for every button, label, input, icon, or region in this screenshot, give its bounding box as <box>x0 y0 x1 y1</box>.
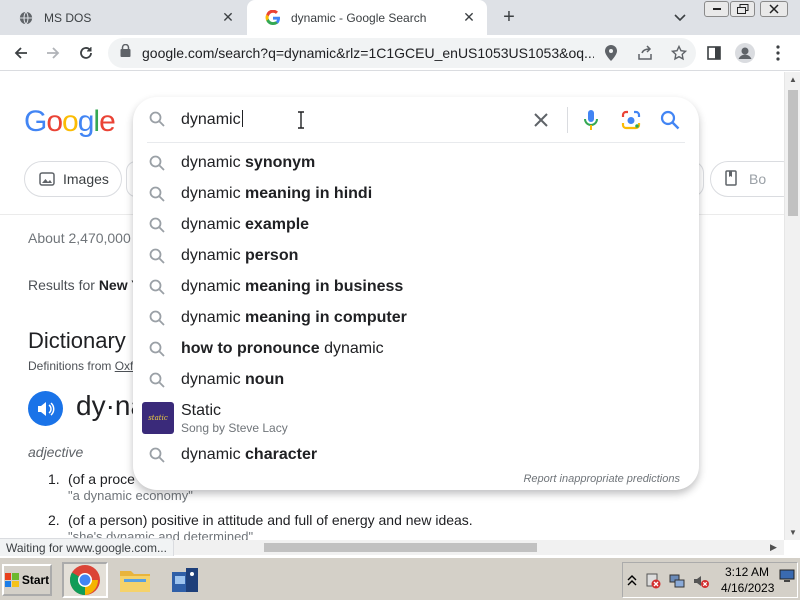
report-predictions-link[interactable]: Report inappropriate predictions <box>523 473 680 485</box>
search-icon <box>149 111 165 127</box>
side-panel-icon[interactable] <box>702 41 726 65</box>
google-logo[interactable]: Google <box>24 105 116 139</box>
menu-kebab-icon[interactable] <box>766 41 790 65</box>
search-input[interactable]: dynamic <box>181 110 243 129</box>
search-icon <box>149 186 165 202</box>
search-icon <box>149 248 165 264</box>
google-favicon-icon <box>265 9 281 26</box>
definition-1: 1. (of a proce <box>48 471 135 487</box>
search-submit-icon[interactable] <box>660 110 680 130</box>
security-warning-icon[interactable] <box>645 573 661 589</box>
browser-toolbar: google.com/search?q=dynamic&rlz=1C1GCEU_… <box>0 35 800 71</box>
suggestion-item[interactable]: dynamic meaning in computer <box>133 302 699 333</box>
part-of-speech: adjective <box>28 444 84 460</box>
share-icon[interactable] <box>635 43 655 63</box>
search-icon <box>149 372 165 388</box>
scroll-right-arrow-icon[interactable]: ▶ <box>770 542 777 553</box>
search-icon <box>149 341 165 357</box>
images-chip-label: Images <box>63 171 109 187</box>
google-lens-camera-icon[interactable] <box>620 109 642 131</box>
voice-search-mic-icon[interactable] <box>581 109 601 131</box>
lock-icon[interactable] <box>120 43 134 62</box>
window-close-icon[interactable] <box>760 1 788 17</box>
vertical-scroll-thumb[interactable] <box>788 90 798 216</box>
rich-suggestion-subtitle: Song by Steve Lacy <box>181 421 288 435</box>
restore-icon[interactable] <box>730 1 755 17</box>
suggestion-item[interactable]: dynamic meaning in hindi <box>133 178 699 209</box>
tab-title: dynamic - Google Search <box>291 10 427 25</box>
rich-suggestion-title: Static <box>181 402 222 419</box>
suggestion-item[interactable]: dynamic synonym <box>133 147 699 178</box>
bookmark-star-icon[interactable] <box>669 43 689 63</box>
search-icon <box>149 279 165 295</box>
network-app-taskbar-icon[interactable] <box>162 562 208 598</box>
oxford-link[interactable]: Oxf <box>115 359 134 373</box>
tab-close-icon[interactable]: ✕ <box>220 9 236 26</box>
file-explorer-taskbar-icon[interactable] <box>112 562 158 598</box>
text-caret <box>241 110 243 127</box>
profile-avatar-icon[interactable] <box>733 41 757 65</box>
definition-1-example: "a dynamic economy" <box>68 488 193 503</box>
windows-flag-icon <box>4 573 19 587</box>
suggestion-item[interactable]: dynamic meaning in business <box>133 271 699 302</box>
clock-time[interactable]: 3:12 AM <box>725 565 769 579</box>
tab-ms-dos[interactable]: MS DOS ✕ <box>0 0 246 35</box>
vertical-scrollbar[interactable]: ▲ ▼ <box>784 72 800 540</box>
suggestion-item[interactable]: dynamic person <box>133 240 699 271</box>
suggestion-item[interactable]: dynamic character <box>133 439 699 470</box>
tab-close-icon[interactable]: ✕ <box>461 9 477 26</box>
tab-title: MS DOS <box>44 10 92 25</box>
new-tab-plus-icon[interactable]: + <box>498 6 520 28</box>
chrome-taskbar-icon[interactable] <box>62 562 108 598</box>
images-chip[interactable]: Images <box>24 161 122 197</box>
network-icon[interactable] <box>669 573 685 589</box>
suggestion-item[interactable]: dynamic example <box>133 209 699 240</box>
search-suggestions-popup: dynamic dynamic synonym dynamic meaning i… <box>133 97 699 490</box>
search-icon <box>149 155 165 171</box>
clock-date[interactable]: 4/16/2023 <box>721 581 774 595</box>
tray-expand-chevron-icon[interactable] <box>627 573 643 589</box>
search-icon <box>149 217 165 233</box>
start-button[interactable]: Start <box>2 564 52 596</box>
url-text[interactable]: google.com/search?q=dynamic&rlz=1C1GCEU_… <box>142 45 594 61</box>
horizontal-scroll-thumb[interactable] <box>264 543 537 552</box>
popup-divider <box>147 142 685 143</box>
divider <box>567 107 568 133</box>
rich-suggestion-static[interactable]: static Static Song by Steve Lacy <box>133 398 699 438</box>
image-icon <box>39 171 55 187</box>
books-chip-label: Bo <box>749 171 767 187</box>
tab-google-search[interactable]: dynamic - Google Search ✕ <box>247 0 487 35</box>
result-stats: About 2,470,000 <box>28 230 131 246</box>
tab-search-chevron-icon[interactable] <box>670 8 690 28</box>
globe-icon <box>18 10 34 26</box>
back-arrow-icon[interactable] <box>9 41 33 65</box>
results-for: Results for New Y <box>28 277 141 293</box>
location-pin-icon[interactable] <box>601 43 621 63</box>
search-icon <box>149 310 165 326</box>
definition-2: 2. (of a person) positive in attitude and… <box>48 512 473 528</box>
suggestion-item[interactable]: dynamic noun <box>133 364 699 395</box>
definitions-source: Definitions from Oxf <box>28 359 134 373</box>
pronounce-speaker-icon[interactable] <box>28 391 63 426</box>
books-chip[interactable]: Bo <box>710 161 784 197</box>
address-bar[interactable]: google.com/search?q=dynamic&rlz=1C1GCEU_… <box>108 38 696 68</box>
volume-muted-icon[interactable] <box>693 573 709 589</box>
minimize-icon[interactable] <box>704 1 729 17</box>
start-label: Start <box>21 573 50 587</box>
text-cursor-ibeam-icon <box>296 111 306 129</box>
scroll-up-arrow-icon[interactable]: ▲ <box>789 75 797 84</box>
dictionary-title: Dictionary <box>28 328 126 353</box>
forward-arrow-icon[interactable] <box>41 41 65 65</box>
suggestion-item[interactable]: how to pronounce dynamic <box>133 333 699 364</box>
reload-icon[interactable] <box>74 41 98 65</box>
scroll-down-arrow-icon[interactable]: ▼ <box>789 528 797 537</box>
song-thumbnail: static <box>142 402 174 434</box>
search-icon <box>149 447 165 463</box>
taskbar: Start 3:12 AM 4/16/2023 <box>0 556 800 600</box>
status-bubble: Waiting for www.google.com... <box>0 538 174 556</box>
book-icon <box>725 169 739 189</box>
clear-search-icon[interactable] <box>531 110 551 130</box>
show-desktop-icon[interactable] <box>779 569 795 585</box>
tab-strip: MS DOS ✕ dynamic - Google Search ✕ + <box>0 0 800 35</box>
